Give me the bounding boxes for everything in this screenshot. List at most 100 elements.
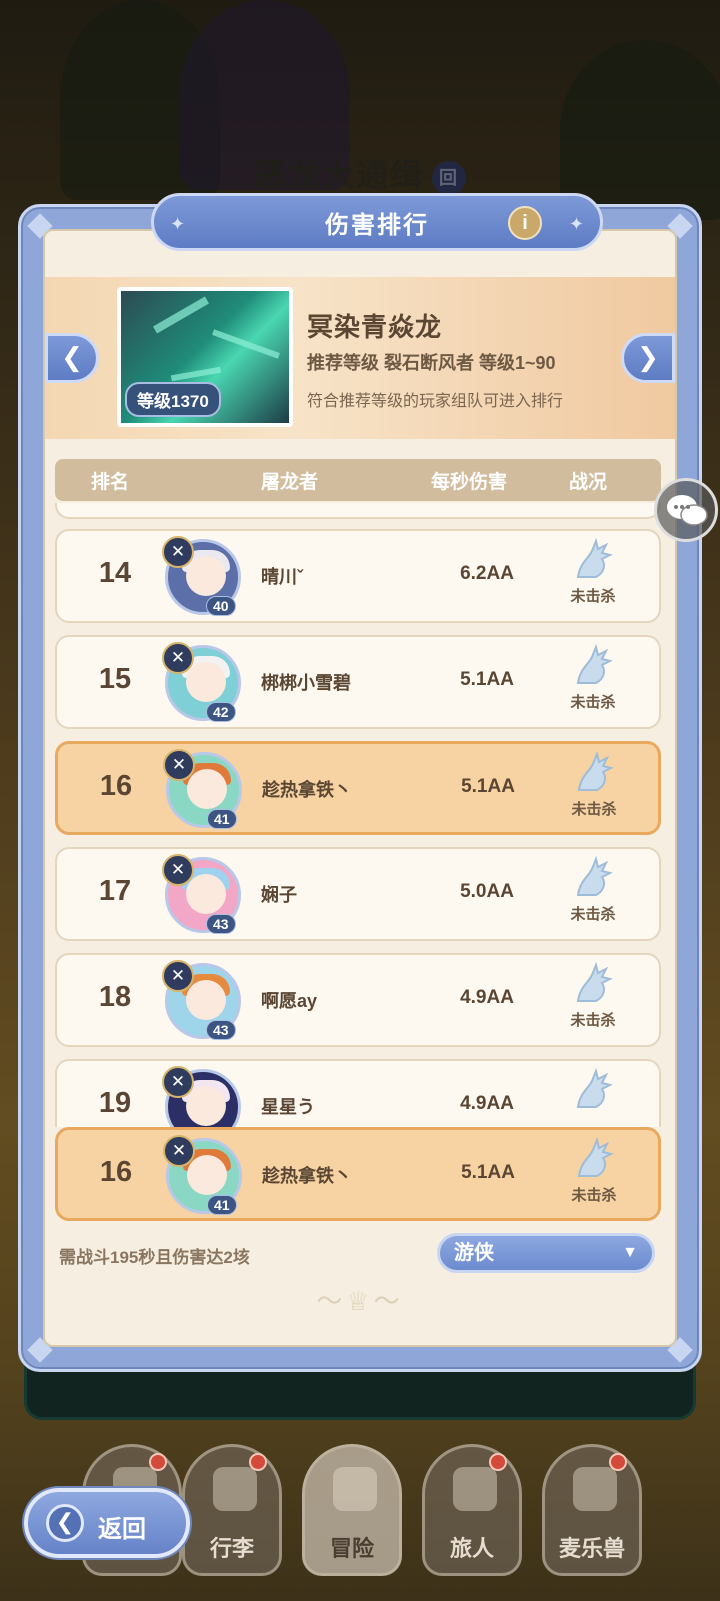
next-boss-button[interactable]: ❯: [621, 333, 675, 383]
traveler-icon: [453, 1467, 497, 1511]
player-name: 趁热拿铁丶: [262, 780, 352, 800]
damage-per-second: 4.9AA: [460, 987, 514, 1008]
dialog-title: 伤害排行: [325, 211, 429, 239]
nav-tab-label: 行李: [209, 1536, 254, 1561]
pet-icon: [573, 1467, 617, 1511]
back-button[interactable]: ❮ 返回: [24, 1488, 190, 1558]
damage-per-second: 6.2AA: [460, 563, 514, 584]
class-filter-dropdown[interactable]: 游侠 ▼: [437, 1233, 655, 1273]
dragon-icon: [576, 1067, 613, 1108]
ranking-row[interactable]: 16 ✕ 41 趁热拿铁丶 5.1AA 未击杀: [55, 741, 661, 835]
guild-emblem-icon: ✕: [162, 536, 194, 568]
kill-status-text: 未击杀: [570, 1012, 616, 1029]
my-rank-row[interactable]: 16 ✕ 41 趁热拿铁丶 5.1AA 未击杀: [55, 1127, 661, 1221]
ranking-list[interactable]: 14 ✕ 40 晴川ˇ 6.2AA 未击杀 15 ✕ 42 梆梆小雪碧 5.1AA 未击杀 16 ✕ 41 趁…: [55, 503, 661, 1127]
previous-row-edge: [55, 503, 661, 519]
sparkle-icon: ✦: [170, 214, 186, 234]
player-level: 43: [206, 1020, 236, 1040]
rank-number: 14: [98, 557, 132, 589]
notification-dot: [489, 1453, 507, 1471]
nav-tab-label: 旅人: [449, 1536, 494, 1561]
guild-emblem-icon: ✕: [162, 960, 194, 992]
chat-button[interactable]: [654, 478, 718, 542]
avatar[interactable]: ✕ 43: [162, 854, 241, 934]
boss-portrait: 等级1370: [117, 287, 293, 427]
kill-status-text: 未击杀: [571, 1187, 617, 1204]
guild-emblem-icon: ✕: [162, 642, 194, 674]
class-filter-value: 游侠: [454, 1242, 494, 1264]
kill-status: 未击杀: [543, 961, 643, 1030]
notification-dot: [609, 1453, 627, 1471]
rank-number: 15: [98, 663, 132, 695]
damage-per-second: 5.1AA: [461, 776, 515, 797]
avatar[interactable]: ✕ 41: [163, 1135, 242, 1215]
notification-dot: [249, 1453, 267, 1471]
boss-banner: ❮ 等级1370 冥染青焱龙 推荐等级 裂石断风者 等级1~90 符合推荐等级的…: [45, 277, 675, 439]
kill-status-text: 未击杀: [570, 694, 616, 711]
player-name: 娴子: [261, 885, 297, 905]
dragon-icon: [577, 750, 614, 791]
kill-status: 未击杀: [543, 537, 643, 606]
guild-emblem-icon: ✕: [163, 1135, 195, 1167]
sparkle-icon: ✦: [568, 214, 584, 234]
player-name: 趁热拿铁丶: [262, 1166, 352, 1186]
player-level: 40: [206, 596, 236, 616]
avatar[interactable]: ✕: [162, 1066, 241, 1127]
rank-number: 16: [99, 770, 133, 802]
caret-down-icon: ▼: [622, 1244, 638, 1261]
player-name: 星星う: [261, 1097, 315, 1117]
rank-number: 19: [98, 1087, 132, 1119]
header-status: 战况: [569, 471, 608, 493]
back-label: 返回: [98, 1516, 146, 1543]
player-level: 41: [207, 1195, 237, 1215]
info-icon[interactable]: i: [508, 206, 542, 240]
kill-status: 未击杀: [544, 750, 644, 819]
avatar[interactable]: ✕ 40: [162, 536, 241, 616]
rank-number: 17: [98, 875, 132, 907]
kill-status: 未击杀: [543, 643, 643, 712]
guild-emblem-icon: ✕: [163, 749, 195, 781]
avatar[interactable]: ✕ 42: [162, 642, 241, 722]
avatar[interactable]: ✕ 43: [162, 960, 241, 1040]
damage-per-second: 5.0AA: [460, 881, 514, 902]
nav-tab-traveler[interactable]: 旅人: [422, 1444, 522, 1576]
chat-icon: [667, 495, 708, 526]
chest-icon: [213, 1467, 257, 1511]
nav-tab-pet[interactable]: 麦乐兽: [542, 1444, 642, 1576]
dragon-icon: [576, 537, 613, 578]
recommended-level: 推荐等级 裂石断风者 等级1~90: [307, 353, 556, 373]
dragon-icon: [576, 855, 613, 896]
boss-name: 冥染青焱龙: [307, 312, 443, 342]
ranking-row[interactable]: 15 ✕ 42 梆梆小雪碧 5.1AA 未击杀: [55, 635, 661, 729]
nav-tab-chest[interactable]: 行李: [182, 1444, 282, 1576]
dragon-icon: [576, 961, 613, 1002]
kill-status-text: 未击杀: [570, 906, 616, 923]
back-arrow-icon: ❮: [46, 1504, 84, 1542]
guild-emblem-icon: ✕: [162, 854, 194, 886]
damage-per-second: 5.1AA: [461, 1162, 515, 1183]
player-name: 晴川ˇ: [261, 567, 303, 587]
rank-number: 16: [99, 1156, 133, 1188]
kill-status: 未击杀: [543, 855, 643, 924]
kill-status-text: 未击杀: [570, 588, 616, 605]
dragon-icon: [577, 1136, 614, 1177]
ranking-row[interactable]: 17 ✕ 43 娴子 5.0AA 未击杀: [55, 847, 661, 941]
crossed-swords-icon: [333, 1467, 377, 1511]
ranking-row[interactable]: 19 ✕ 星星う 4.9AA: [55, 1059, 661, 1127]
rank-number: 18: [98, 981, 132, 1013]
damage-per-second: 4.9AA: [460, 1093, 514, 1114]
dialog-body: ❮ 等级1370 冥染青焱龙 推荐等级 裂石断风者 等级1~90 符合推荐等级的…: [43, 229, 677, 1347]
dragon-icon: [576, 643, 613, 684]
ranking-row[interactable]: 18 ✕ 43 啊愿ay 4.9AA 未击杀: [55, 953, 661, 1047]
player-name: 啊愿ay: [261, 991, 318, 1011]
player-level: 43: [206, 914, 236, 934]
nav-tab-crossed-swords[interactable]: 冒险: [302, 1444, 402, 1576]
dialog-title-tab: ✦ 伤害排行 i ✦: [151, 193, 603, 251]
table-header: 排名 屠龙者 每秒伤害 战况: [55, 459, 661, 501]
prev-boss-button[interactable]: ❮: [45, 333, 99, 383]
nav-tab-label: 冒险: [329, 1536, 374, 1561]
damage-per-second: 5.1AA: [460, 669, 514, 690]
ranking-row[interactable]: 14 ✕ 40 晴川ˇ 6.2AA 未击杀: [55, 529, 661, 623]
avatar[interactable]: ✕ 41: [163, 749, 242, 829]
kill-status: [543, 1067, 643, 1113]
